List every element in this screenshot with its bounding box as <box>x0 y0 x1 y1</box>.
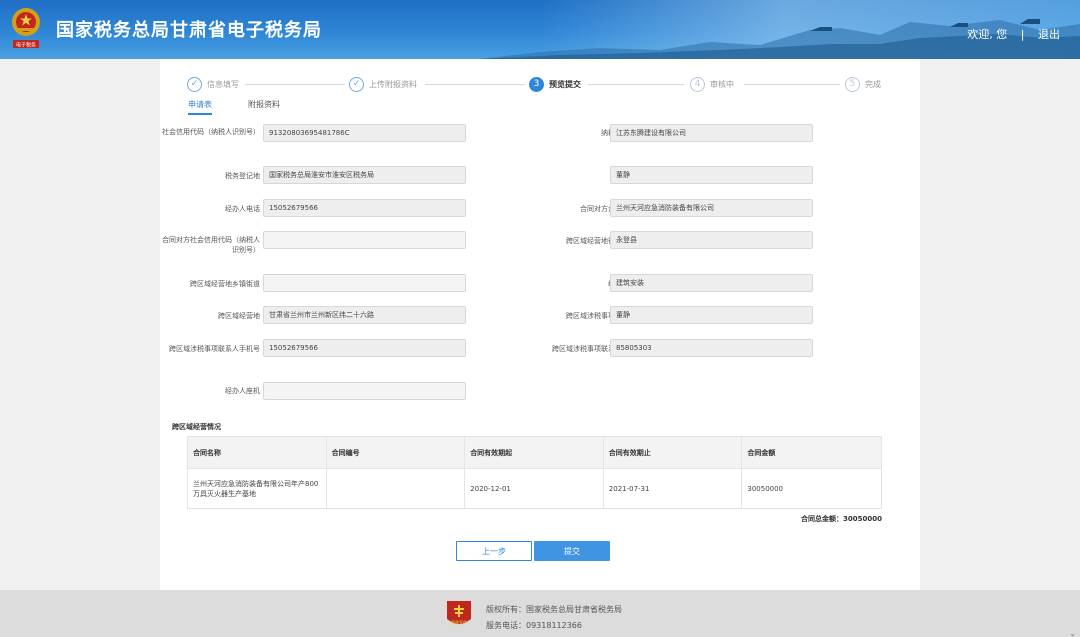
step-4: 4 审核中 <box>690 76 734 92</box>
table-row: 兰州天河应急消防装备有限公司年产800万具灭火器生产基地 2020-12-01 … <box>188 468 881 508</box>
step-number: 3 <box>529 76 544 92</box>
mode-field[interactable]: 建筑安装 <box>610 274 813 292</box>
step-connector <box>245 84 345 85</box>
step-1: ✓ 信息填写 <box>187 76 239 92</box>
welcome-link[interactable]: 欢迎, 您 <box>967 28 1007 41</box>
step-number: 4 <box>690 76 705 92</box>
header-user-links: 欢迎, 您 | 退出 <box>967 26 1060 42</box>
previous-step-button[interactable]: 上一步 <box>456 541 532 561</box>
column-header: 合同有效期起 <box>465 437 604 468</box>
top-header: 电子税务 国家税务总局甘肃省电子税务局 欢迎, 您 | 退出 <box>0 0 1080 59</box>
chevron-down-icon[interactable]: ⌄ <box>1069 629 1076 637</box>
header-separator: | <box>1020 28 1025 41</box>
table-header: 合同名称 合同编号 合同有效期起 合同有效期止 合同金额 <box>188 437 881 468</box>
tax-registration-field[interactable]: 国家税务总局淮安市淮安区税务局 <box>263 166 466 184</box>
table-cell <box>327 469 466 508</box>
main-panel: ✓ 信息填写 ✓ 上传附报资料 3 预览提交 4 审核中 5 完成 申请表 附报… <box>160 59 920 590</box>
step-3: 3 预览提交 <box>529 76 581 92</box>
credit-code-label: 社会信用代码（纳税人识别号） <box>162 128 260 136</box>
table-cell: 30050000 <box>747 484 784 493</box>
svg-text:电子税务: 电子税务 <box>16 42 36 49</box>
step-connector <box>744 84 840 85</box>
handler-landline-label: 经办人座机 <box>225 387 260 395</box>
logout-link[interactable]: 退出 <box>1038 28 1060 41</box>
address-label: 跨区域经营地 <box>218 312 260 320</box>
table-cell: 2020-12-01 <box>465 469 604 508</box>
counterpart-code-field[interactable] <box>263 231 466 249</box>
taxpayer-name-field[interactable]: 江苏东腾建设有限公司 <box>610 124 813 142</box>
step-2: ✓ 上传附报资料 <box>349 76 417 92</box>
submit-button[interactable]: 提交 <box>534 541 610 561</box>
table-cell: 兰州天河应急消防装备有限公司年产800万具灭火器生产基地 <box>188 469 327 508</box>
page-footer: 税收宣传 版权所有：国家税务总局甘肃省税务局 服务电话：09318112366 <box>0 590 1080 637</box>
step-label: 上传附报资料 <box>369 79 417 89</box>
counterpart-code-label: 合同对方社会信用代码（纳税人识别号） <box>162 236 260 254</box>
handler-phone-field[interactable]: 15052679566 <box>263 199 466 217</box>
contact-mobile-field[interactable]: 15052679566 <box>263 339 466 357</box>
handler-phone-label: 经办人电话 <box>225 205 260 213</box>
handler-landline-field[interactable] <box>263 382 466 400</box>
address-field[interactable]: 甘肃省兰州市兰州新区纬二十六路 <box>263 306 466 324</box>
table-cell: 2021-07-31 <box>604 469 743 508</box>
check-icon: ✓ <box>187 76 202 92</box>
section-title: 跨区域经营情况 <box>172 423 221 431</box>
contact-field[interactable]: 董静 <box>610 306 813 324</box>
street-label: 跨区域经营地乡镇街道 <box>190 280 260 288</box>
step-label: 完成 <box>865 79 881 89</box>
step-number: 5 <box>845 76 860 92</box>
tax-logo-icon: 税收宣传 <box>445 599 473 629</box>
step-connector <box>425 84 525 85</box>
step-label: 审核中 <box>710 79 734 89</box>
service-phone: 服务电话：09318112366 <box>486 621 582 630</box>
copyright-text: 版权所有：国家税务总局甘肃省税务局 <box>486 605 622 614</box>
tab-bar: 申请表 附报资料 <box>188 99 316 115</box>
total-label: 合同总金额： <box>801 515 844 523</box>
check-icon: ✓ <box>349 76 364 92</box>
total-value: 30050000 <box>843 515 882 523</box>
contracts-table: 合同名称 合同编号 合同有效期起 合同有效期止 合同金额 兰州天河应急消防装备有… <box>187 436 882 509</box>
contact-landline-field[interactable]: 85805303 <box>610 339 813 357</box>
street-field[interactable] <box>263 274 466 292</box>
svg-text:税收宣传: 税收宣传 <box>451 619 467 625</box>
handler-field[interactable]: 董静 <box>610 166 813 184</box>
step-label: 预览提交 <box>549 79 581 89</box>
region-field[interactable]: 永登县 <box>610 231 813 249</box>
tab-attachments[interactable]: 附报资料 <box>248 99 280 115</box>
column-header: 合同金额 <box>747 448 776 457</box>
national-emblem-icon: 电子税务 <box>10 6 42 52</box>
column-header: 合同有效期止 <box>604 437 743 468</box>
column-header: 合同编号 <box>327 437 466 468</box>
footer-info: 版权所有：国家税务总局甘肃省税务局 服务电话：09318112366 <box>486 602 622 634</box>
step-label: 信息填写 <box>207 79 239 89</box>
contact-mobile-label: 跨区域涉税事项联系人手机号 <box>169 345 260 353</box>
step-connector <box>588 84 684 85</box>
tab-application-form[interactable]: 申请表 <box>188 99 212 115</box>
step-5: 5 完成 <box>845 76 881 92</box>
site-title: 国家税务总局甘肃省电子税务局 <box>56 20 322 41</box>
counterpart-name-field[interactable]: 兰州天河应急消防装备有限公司 <box>610 199 813 217</box>
credit-code-field[interactable]: 91320803695481786C <box>263 124 466 142</box>
contract-total: 合同总金额：30050000 <box>801 514 882 524</box>
column-header: 合同名称 <box>188 437 327 468</box>
tax-registration-label: 税务登记地 <box>225 172 260 180</box>
